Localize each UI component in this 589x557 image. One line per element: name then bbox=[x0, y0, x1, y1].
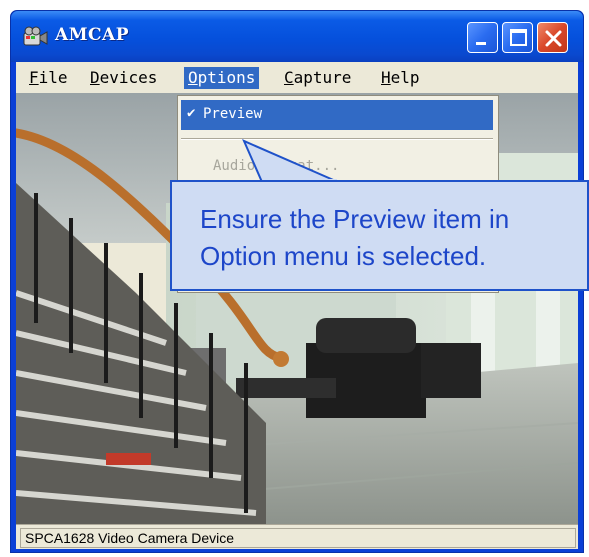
callout-text: Ensure the Preview item in Option menu i… bbox=[200, 201, 587, 275]
callout-box: Ensure the Preview item in Option menu i… bbox=[170, 180, 589, 291]
callout-line-1: Ensure the Preview item in bbox=[200, 204, 510, 234]
callout-line-2: Option menu is selected. bbox=[200, 241, 487, 271]
